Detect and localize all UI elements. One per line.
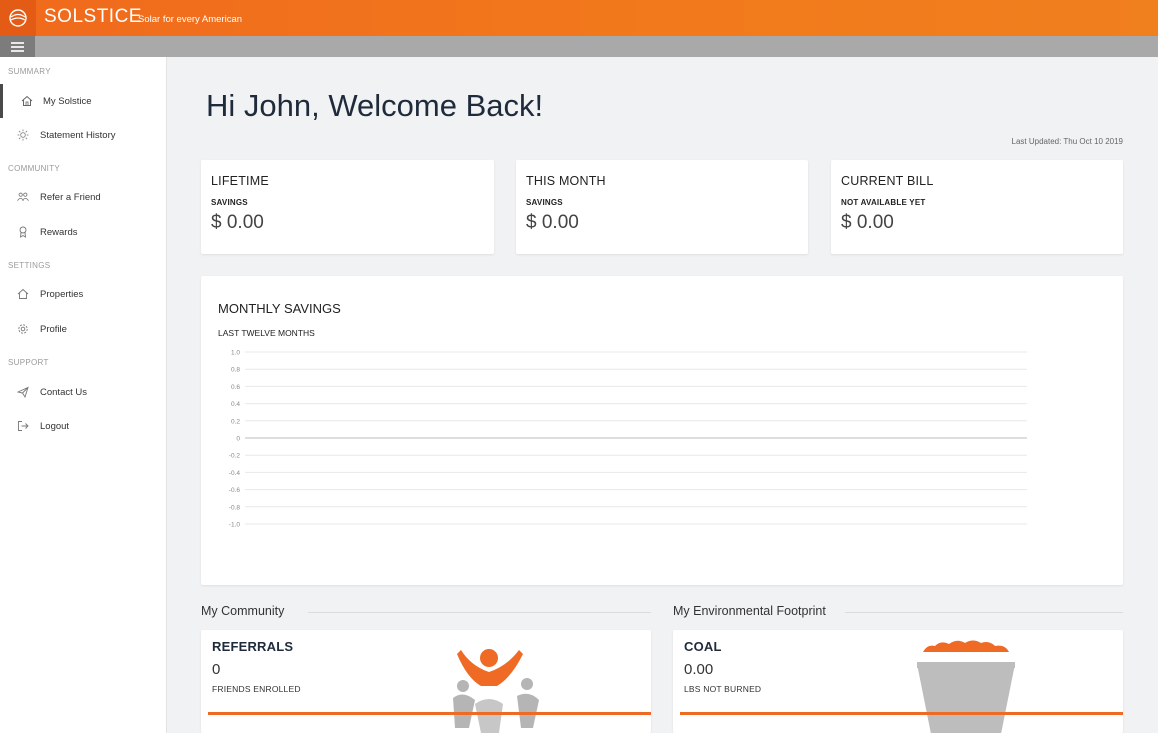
y-tick-label: 0.2 [231, 418, 240, 425]
coal-title: COAL [684, 639, 722, 654]
top-header: SOLSTICE Solar for every American [0, 0, 1158, 36]
sidebar-item-label: Profile [40, 323, 67, 335]
environment-heading: My Environmental Footprint [673, 604, 826, 618]
lifetime-card: LIFETIME SAVINGS $ 0.00 [201, 160, 494, 254]
sidebar-item-properties[interactable]: Properties [0, 277, 166, 311]
coal-bucket-icon [917, 640, 1015, 733]
card-title: CURRENT BILL [841, 174, 934, 188]
sidebar-item-label: Rewards [40, 226, 78, 238]
paper-plane-icon [17, 386, 29, 398]
referrals-card: REFERRALS 0 FRIENDS ENROLLED [201, 630, 651, 733]
sidebar-section-summary: SUMMARY [8, 67, 51, 76]
y-tick-label: 0 [236, 436, 240, 443]
sidebar: SUMMARY My Solstice Statement History CO… [0, 57, 167, 733]
card-subtitle: NOT AVAILABLE YET [841, 198, 926, 207]
card-title: LIFETIME [211, 174, 269, 188]
page-title: Hi John, Welcome Back! [206, 88, 544, 123]
monthly-savings-chart: 1.0 0.8 0.6 0.4 0.2 0 -0.2 -0.4 -0.6 -0.8 -1.0 [229, 350, 1027, 529]
sidebar-item-label: My Solstice [43, 95, 92, 107]
coal-subtitle: LBS NOT BURNED [684, 684, 762, 694]
referrals-value: 0 [212, 661, 221, 678]
logout-icon [17, 420, 29, 432]
sun-logo-icon [9, 9, 27, 27]
card-title: THIS MONTH [526, 174, 606, 188]
referrals-accent-bar [208, 712, 651, 715]
coal-accent-bar [680, 712, 1123, 715]
divider [308, 612, 651, 613]
card-value: $ 0.00 [841, 212, 894, 233]
sidebar-item-label: Properties [40, 288, 84, 300]
home-icon [21, 95, 33, 107]
logo[interactable] [0, 0, 36, 36]
sidebar-section-settings: SETTINGS [8, 261, 51, 270]
gear-icon [17, 323, 29, 335]
menu-toggle-button[interactable] [0, 36, 35, 57]
sidebar-item-refer-a-friend[interactable]: Refer a Friend [0, 180, 166, 214]
sidebar-item-logout[interactable]: Logout [0, 409, 166, 443]
sidebar-item-rewards[interactable]: Rewards [0, 215, 166, 249]
sidebar-item-label: Refer a Friend [40, 191, 101, 203]
sub-toolbar [0, 36, 1158, 57]
y-tick-label: -1.0 [229, 522, 241, 529]
award-icon [17, 226, 29, 238]
y-tick-label: -0.6 [229, 487, 241, 494]
sidebar-item-my-solstice[interactable]: My Solstice [0, 84, 166, 118]
sidebar-item-profile[interactable]: Profile [0, 312, 166, 346]
y-tick-label: -0.8 [229, 504, 241, 511]
card-value: $ 0.00 [526, 212, 579, 233]
divider [845, 612, 1123, 613]
sidebar-item-statement-history[interactable]: Statement History [0, 118, 166, 152]
brand-name: SOLSTICE [44, 6, 142, 27]
sidebar-section-community: COMMUNITY [8, 164, 61, 173]
card-subtitle: SAVINGS [526, 198, 563, 207]
community-people-icon [453, 649, 539, 733]
sidebar-item-contact-us[interactable]: Contact Us [0, 375, 166, 409]
coal-value: 0.00 [684, 661, 714, 678]
y-tick-label: 0.8 [231, 367, 240, 374]
y-tick-label: -0.2 [229, 453, 241, 460]
sidebar-item-label: Logout [40, 420, 70, 432]
y-tick-label: -0.4 [229, 470, 241, 477]
house-icon [17, 288, 29, 300]
sun-icon [17, 129, 29, 141]
referrals-subtitle: FRIENDS ENROLLED [212, 684, 301, 694]
current-bill-card: CURRENT BILL NOT AVAILABLE YET $ 0.00 [831, 160, 1123, 254]
y-tick-label: 1.0 [231, 350, 240, 357]
last-updated: Last Updated: Thu Oct 10 2019 [1011, 137, 1123, 146]
people-icon [17, 191, 29, 203]
coal-card: COAL 0.00 LBS NOT BURNED [673, 630, 1123, 733]
card-value: $ 0.00 [211, 212, 264, 233]
sidebar-item-label: Contact Us [40, 386, 87, 398]
monthly-savings-card: MONTHLY SAVINGS LAST TWELVE MONTHS 1.0 0.… [201, 276, 1123, 585]
y-tick-label: 0.4 [231, 401, 240, 408]
brand-tagline: Solar for every American [138, 14, 243, 25]
sidebar-section-support: SUPPORT [8, 358, 49, 367]
community-heading: My Community [201, 604, 285, 618]
sidebar-item-label: Statement History [40, 129, 116, 141]
card-subtitle: SAVINGS [211, 198, 248, 207]
referrals-title: REFERRALS [212, 639, 294, 654]
this-month-card: THIS MONTH SAVINGS $ 0.00 [516, 160, 808, 254]
hamburger-icon [11, 41, 24, 52]
y-tick-label: 0.6 [231, 384, 240, 391]
